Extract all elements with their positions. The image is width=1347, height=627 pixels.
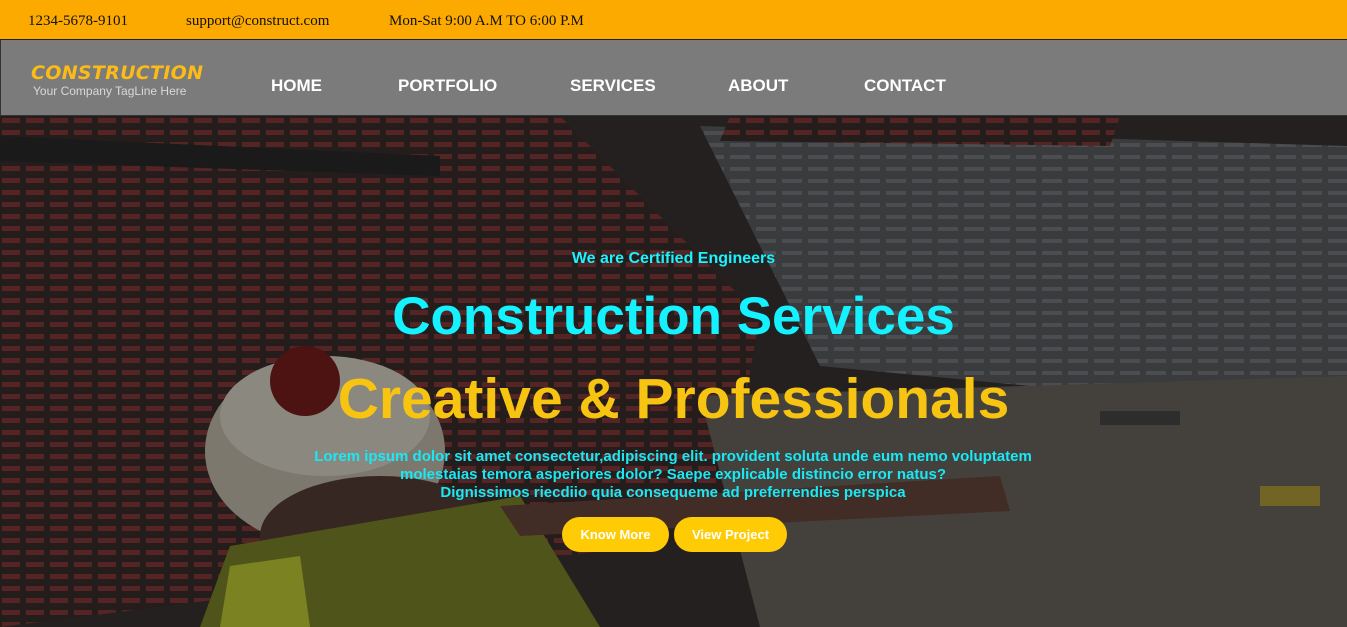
logo-tagline: Your Company TagLine Here — [33, 84, 187, 98]
know-more-button[interactable]: Know More — [562, 517, 669, 552]
view-project-button[interactable]: View Project — [674, 517, 787, 552]
hero-banner: We are Certified Engineers Construction … — [0, 116, 1347, 627]
hero-description-line: Lorem ipsum dolor sit amet consectetur,a… — [314, 448, 1032, 465]
nav-about[interactable]: ABOUT — [728, 76, 788, 96]
business-hours: Mon-Sat 9:00 A.M TO 6:00 P.M — [389, 13, 584, 29]
hero-description-line: molestaias temora asperiores dolor? Saep… — [399, 466, 947, 483]
company-logo[interactable]: CONSTRUCTION Your Company TagLine Here — [31, 62, 203, 98]
top-info-bar: 1234-5678-9101 support@construct.com Mon… — [0, 0, 1347, 40]
main-navbar: CONSTRUCTION Your Company TagLine Here H… — [0, 40, 1347, 116]
nav-services[interactable]: SERVICES — [570, 76, 656, 96]
nav-portfolio[interactable]: PORTFOLIO — [398, 76, 497, 96]
phone-number: 1234-5678-9101 — [28, 13, 128, 29]
nav-home[interactable]: HOME — [271, 76, 322, 96]
nav-contact[interactable]: CONTACT — [864, 76, 946, 96]
hero-description-line: Dignissimos riecdiio quia consequeme ad … — [440, 484, 906, 501]
hero-description: Lorem ipsum dolor sit amet consectetur,a… — [273, 448, 1073, 502]
hero-headline-primary: Construction Services — [392, 287, 955, 346]
hero-headline-secondary: Creative & Professionals — [337, 367, 1010, 431]
logo-title: CONSTRUCTION — [31, 62, 204, 84]
support-email: support@construct.com — [186, 13, 330, 29]
hero-tagline: We are Certified Engineers — [571, 250, 776, 267]
hero-content: We are Certified Engineers Construction … — [0, 116, 1347, 627]
